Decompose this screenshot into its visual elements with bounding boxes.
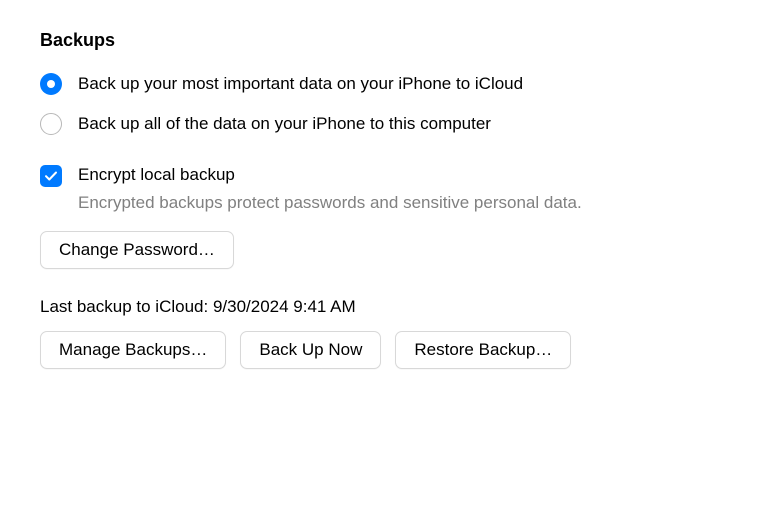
radio-icon-selected <box>40 73 62 95</box>
backup-option-computer[interactable]: Back up all of the data on your iPhone t… <box>40 113 724 135</box>
section-title: Backups <box>40 30 724 51</box>
manage-backups-button[interactable]: Manage Backups… <box>40 331 226 369</box>
last-backup-text: Last backup to iCloud: 9/30/2024 9:41 AM <box>40 297 724 317</box>
encrypt-checkbox[interactable] <box>40 165 62 187</box>
checkmark-icon <box>44 169 58 183</box>
change-password-button[interactable]: Change Password… <box>40 231 234 269</box>
restore-backup-button[interactable]: Restore Backup… <box>395 331 571 369</box>
backup-option-icloud[interactable]: Back up your most important data on your… <box>40 73 724 95</box>
backup-option-icloud-label: Back up your most important data on your… <box>78 74 523 94</box>
backup-option-computer-label: Back up all of the data on your iPhone t… <box>78 114 491 134</box>
back-up-now-button[interactable]: Back Up Now <box>240 331 381 369</box>
encrypt-label: Encrypt local backup <box>78 165 582 185</box>
encrypt-description: Encrypted backups protect passwords and … <box>78 193 582 213</box>
radio-icon-unselected <box>40 113 62 135</box>
